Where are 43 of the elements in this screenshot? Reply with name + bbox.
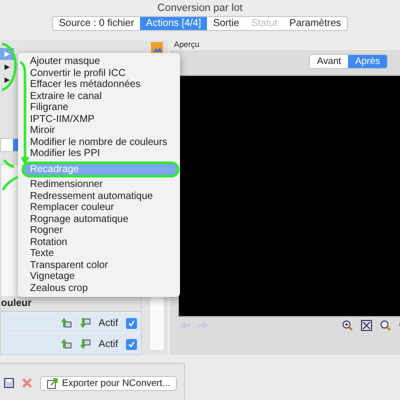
menu-item[interactable]: Rotation — [18, 236, 180, 248]
window-title: Conversion par lot — [156, 1, 244, 14]
move-up-icon[interactable] — [60, 318, 72, 328]
move-up-icon[interactable] — [60, 339, 72, 349]
export-icon — [47, 378, 58, 388]
zoom-icon[interactable] — [380, 320, 391, 331]
menu-item[interactable]: Redimensionner — [18, 179, 180, 190]
zoom-in-icon[interactable] — [342, 320, 353, 331]
menu-item[interactable]: Miroir — [18, 125, 180, 136]
stepper-control[interactable] — [0, 138, 20, 152]
menu-item[interactable]: Remplacer couleur — [18, 202, 180, 214]
action-row[interactable]: Actif — [1, 333, 141, 354]
menu-item[interactable]: Effacer les métadonnées — [18, 79, 180, 90]
preview-label: Aperçu — [173, 40, 200, 50]
menu-item[interactable]: Convertir le profil ICC — [18, 68, 180, 79]
menu-item[interactable]: Redressement automatique — [18, 190, 180, 202]
curve-mark — [3, 159, 14, 168]
menu-item[interactable]: Texte — [18, 248, 180, 260]
menu-item[interactable]: Vignetage — [18, 271, 180, 282]
active-checkbox[interactable] — [126, 318, 137, 328]
circle-mark — [1, 42, 17, 92]
fit-icon[interactable] — [361, 320, 372, 331]
status-label: Actif — [98, 338, 118, 350]
status-label: Actif — [98, 318, 118, 328]
column-header: ouleur — [1, 296, 141, 312]
image-icon[interactable] — [151, 42, 163, 54]
curve-mark — [2, 176, 19, 191]
menu-item[interactable]: Transparent color — [18, 260, 180, 271]
save-icon[interactable] — [4, 378, 14, 388]
menu-item[interactable]: Ajouter masque — [18, 56, 180, 68]
menu-item[interactable]: Modifier le nombre de couleurs — [18, 136, 180, 148]
move-down-icon[interactable] — [80, 318, 91, 328]
menu-item[interactable]: Extraire le canal — [18, 90, 180, 102]
menu-item[interactable]: Rogner — [18, 225, 180, 236]
menu-item[interactable]: Filigrane — [18, 102, 180, 114]
menu-item[interactable]: Modifier les PPI — [18, 148, 180, 160]
menu-item[interactable]: Rognage automatique — [18, 214, 180, 225]
menu-item[interactable]: Zealous crop — [18, 282, 180, 294]
menu-item[interactable]: IPTC-IIM/XMP — [18, 114, 180, 125]
action-row[interactable]: Actif — [1, 312, 141, 333]
move-down-icon[interactable] — [80, 339, 91, 349]
active-checkbox[interactable] — [126, 338, 137, 350]
export-button[interactable]: Exporter pour NConvert... — [40, 376, 178, 390]
